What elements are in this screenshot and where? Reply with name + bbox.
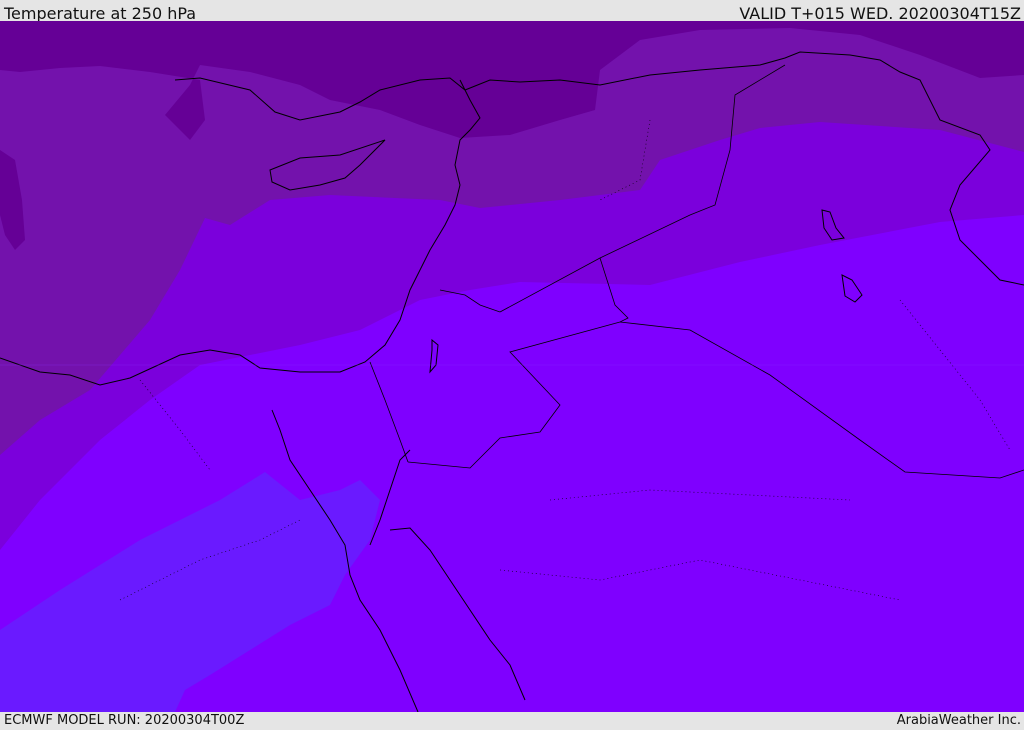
footer-bar: ECMWF MODEL RUN: 20200304T00Z ArabiaWeat… (0, 712, 1024, 729)
temperature-map (0, 21, 1024, 712)
model-run: ECMWF MODEL RUN: 20200304T00Z (4, 713, 245, 728)
header-bar: Temperature at 250 hPa VALID T+015 WED. … (0, 0, 1024, 23)
credit: ArabiaWeather Inc. (896, 713, 1021, 728)
